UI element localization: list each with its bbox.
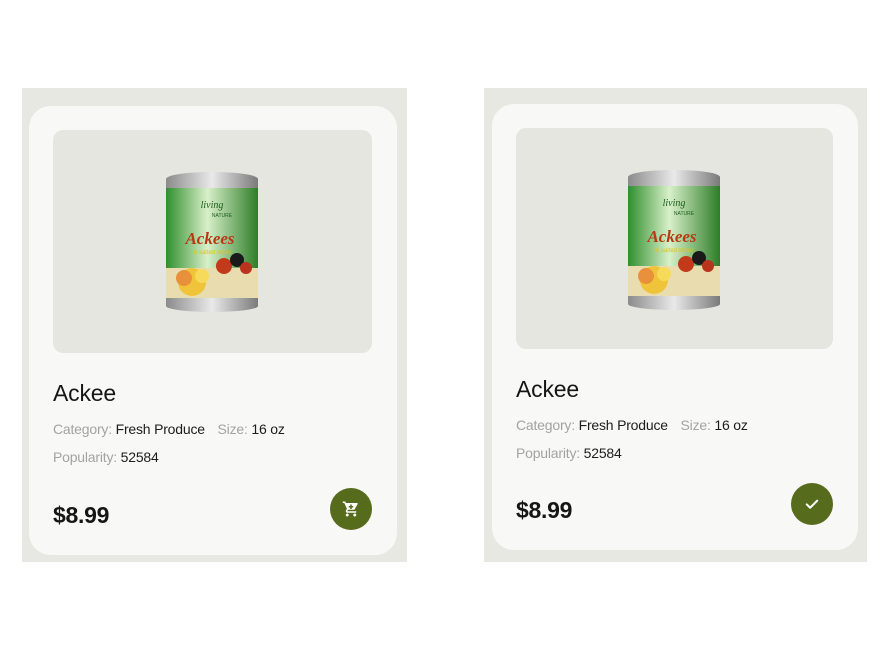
popularity-value: 52584 [120,449,159,465]
svg-text:in salted water: in salted water [655,248,694,254]
product-name: Ackee [516,376,579,402]
category-value: Fresh Produce [115,421,205,437]
size-value: 16 oz [714,417,748,433]
added-to-cart-button[interactable] [791,483,833,525]
product-card-2[interactable]: living NATURE Ackees in salted water Ack… [492,104,858,550]
size-label: Size: [217,421,248,437]
check-icon [805,499,819,509]
product-price: $8.99 [516,497,573,523]
product-image: living NATURE Ackees in salted water [628,170,720,310]
add-to-cart-button[interactable] [330,488,372,530]
product-card-1[interactable]: living NATURE Ackees in salted water Ack… [29,106,397,555]
svg-text:Ackees: Ackees [184,229,234,248]
svg-text:living: living [201,200,224,211]
svg-text:in salted water: in salted water [193,250,232,256]
product-meta-line-2: Popularity: 52584 [53,449,159,465]
category-value: Fresh Produce [578,417,668,433]
svg-text:living: living [663,198,686,209]
product-meta-line-2: Popularity: 52584 [516,445,622,461]
popularity-label: Popularity: [53,449,117,465]
product-image-box: living NATURE Ackees in salted water [516,128,833,349]
cart-icon [342,501,358,517]
size-label: Size: [680,417,711,433]
product-image: living NATURE Ackees in salted water [166,172,258,312]
svg-text:NATURE: NATURE [212,213,233,219]
svg-text:NATURE: NATURE [674,211,695,217]
product-image-box: living NATURE Ackees in salted water [53,130,372,353]
product-name: Ackee [53,380,116,406]
category-label: Category: [516,417,575,433]
svg-text:Ackees: Ackees [646,227,696,246]
size-value: 16 oz [251,421,285,437]
category-label: Category: [53,421,112,437]
product-meta-line-1: Category: Fresh Produce Size: 16 oz [53,421,285,437]
popularity-label: Popularity: [516,445,580,461]
product-meta-line-1: Category: Fresh Produce Size: 16 oz [516,417,748,433]
product-price: $8.99 [53,502,110,528]
popularity-value: 52584 [583,445,622,461]
